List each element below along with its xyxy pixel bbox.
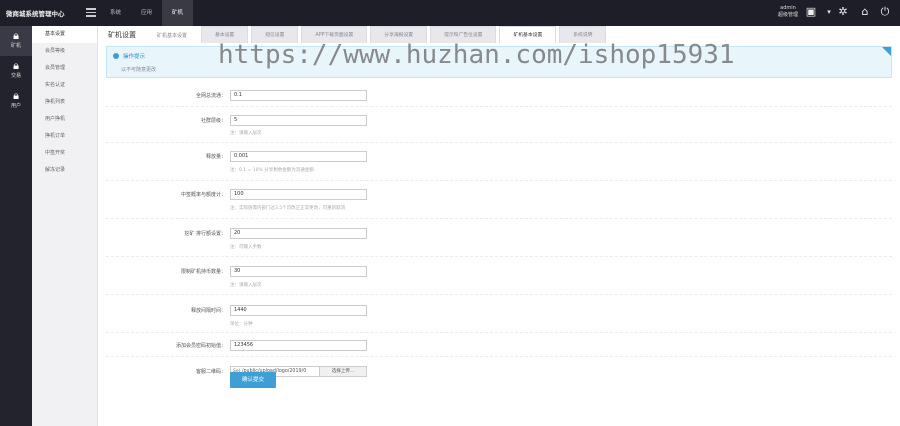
home-icon[interactable]: ⌂: [858, 5, 872, 19]
sidebar-item-miner-list[interactable]: 挣机列表: [32, 94, 97, 111]
form-row: 添加会员密码初始值： 123456: [106, 333, 892, 357]
user-name: admin: [780, 5, 796, 11]
watermark-url: https://www.huzhan.com/ishop15931: [218, 40, 735, 70]
field-hint: 注：可输入手数: [230, 245, 262, 250]
brand-title: 微商城系统管理中心: [6, 10, 65, 18]
miner-limit-input[interactable]: 30: [230, 266, 367, 277]
field-label: 客服二维码：: [195, 369, 226, 375]
field-label: 限制矿机持币数量：: [180, 269, 226, 275]
rail-item-user[interactable]: 🔒︎ 用户: [0, 86, 32, 116]
sidebar-item-levels[interactable]: 会员等级: [32, 43, 97, 60]
sidebar-item-realname[interactable]: 实名认证: [32, 77, 97, 94]
lottery-probability-input[interactable]: 100: [230, 189, 367, 200]
collapse-corner-icon[interactable]: [882, 47, 891, 56]
form-row: 限制矿机持币数量： 30 注：请输入层次: [106, 257, 892, 295]
member-password-input[interactable]: 123456: [230, 340, 367, 351]
sidebar-item-lottery[interactable]: 中签开奖: [32, 145, 97, 162]
field-label: 全网总流通：: [195, 93, 226, 99]
field-hint: 单位：分钟: [230, 322, 253, 327]
sidebar-item-unfreeze[interactable]: 解冻记录: [32, 162, 97, 179]
lock-icon: 🔒︎: [13, 59, 19, 72]
total-circulation-input[interactable]: 0.1: [230, 90, 367, 101]
field-label: 挖矿 排行额设置：: [184, 231, 226, 237]
form-row: 挖矿 排行额设置： 20 注：可输入手数: [106, 219, 892, 257]
field-hint: 注：请输入层次: [230, 283, 262, 288]
form-row: 社群层级： 5 注：请输入层次: [106, 107, 892, 143]
choose-upload-button[interactable]: 选择上传...: [319, 366, 367, 377]
field-label: 添加会员密码初始值：: [175, 343, 226, 349]
community-level-input[interactable]: 5: [230, 115, 367, 126]
nav-apps[interactable]: 应用: [131, 0, 162, 26]
rail-item-miner[interactable]: 🔒︎ 矿机: [0, 26, 32, 56]
rail-item-trade[interactable]: 🔒︎ 交易: [0, 56, 32, 86]
form-row: 释放量： 0.001 注：0.1 = 10% 分享剩余金额为流通金额: [106, 143, 892, 181]
menu-icon[interactable]: [86, 8, 96, 18]
sidebar: 基本设置 会员等级 会员管理 实名认证 挣机列表 用户挣机 挣机订单 中签开奖 …: [32, 26, 98, 426]
lock-icon: 🔒︎: [13, 29, 19, 42]
power-icon[interactable]: ⏻: [878, 5, 892, 19]
form-row: 全网总流通： 0.1: [106, 82, 892, 107]
chevron-down-icon[interactable]: ▾: [822, 5, 836, 19]
field-hint: 注：0.1 = 10% 分享剩余金额为流通金额: [230, 168, 314, 173]
module-rail: 🔒︎ 矿机 🔒︎ 交易 🔒︎ 用户: [0, 26, 32, 426]
field-label: 释放量：: [205, 154, 226, 160]
release-amount-input[interactable]: 0.001: [230, 151, 367, 162]
page-subtitle: 矿机基本设置: [157, 33, 188, 39]
field-hint: 注：实际值需内部门过3.5个可改正正常更改，可重新取消: [230, 206, 346, 211]
settings-icon[interactable]: ✲: [836, 5, 850, 19]
lock-icon: 🔒︎: [13, 89, 19, 102]
field-hint: 注：请输入层次: [230, 131, 262, 136]
sidebar-item-miner-orders[interactable]: 挣机订单: [32, 128, 97, 145]
field-label: 中签概率与额度计：: [180, 192, 226, 198]
main-content: 矿机设置 矿机基本设置 基本设置 短信设置 APP下载页面设置 分享海报设置 提…: [98, 26, 900, 426]
user-role: 超级管理: [778, 12, 799, 18]
top-nav: 系统 应用 矿机: [100, 0, 194, 26]
form-row: 客服二维码： Sel/public/upload/logo/2019/0 选择上…: [106, 357, 892, 385]
tips-title: 操作提示: [123, 54, 146, 60]
user-menu[interactable]: admin 超级管理: [778, 5, 798, 19]
sidebar-item-basic[interactable]: 基本设置: [32, 26, 97, 43]
nav-system[interactable]: 系统: [100, 0, 131, 26]
nav-miner[interactable]: 矿机: [162, 0, 194, 26]
tips-text: 以不可随意更改: [121, 67, 157, 73]
rail-item-label: 用户: [10, 103, 21, 109]
info-icon: [113, 53, 119, 59]
sidebar-item-user-miner[interactable]: 用户挣机: [32, 111, 97, 128]
sidebar-item-members[interactable]: 会员管理: [32, 60, 97, 77]
mining-rank-input[interactable]: 20: [230, 228, 367, 239]
qr-icon[interactable]: ▣: [804, 5, 818, 19]
rail-item-label: 矿机: [10, 43, 21, 49]
submit-button[interactable]: 确认提交: [230, 372, 276, 388]
release-interval-input[interactable]: 1440: [230, 305, 367, 316]
tips-header[interactable]: 操作提示: [113, 52, 145, 60]
page-title: 矿机设置: [108, 31, 136, 39]
rail-item-label: 交易: [10, 73, 21, 79]
top-bar: 微商城系统管理中心 系统 应用 矿机 admin 超级管理 ▣ ▾ ✲ ⌂ ⏻: [0, 0, 900, 26]
form-row: 中签概率与额度计： 100 注：实际值需内部门过3.5个可改正正常更改，可重新取…: [106, 181, 892, 219]
field-label: 社群层级：: [200, 118, 226, 124]
form-row: 释放间隔时间： 1440 单位：分钟: [106, 295, 892, 333]
field-label: 释放间隔时间：: [190, 308, 226, 314]
